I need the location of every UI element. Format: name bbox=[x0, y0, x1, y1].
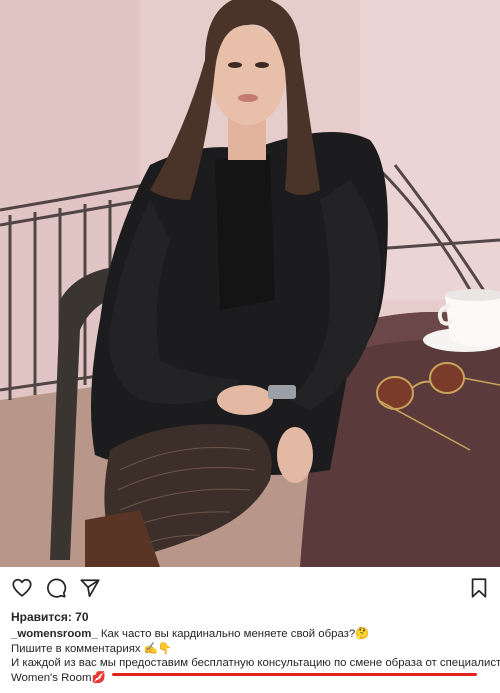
bookmark-icon[interactable] bbox=[468, 577, 490, 599]
post-photo[interactable] bbox=[0, 0, 500, 567]
likes-count[interactable]: Нравится: 70 bbox=[11, 610, 89, 624]
red-underline-annotation bbox=[112, 673, 477, 676]
post-actions-bar bbox=[0, 567, 500, 609]
comment-icon[interactable] bbox=[45, 577, 67, 599]
post-caption: _womensroom_ Как часто вы кардинально ме… bbox=[11, 627, 500, 685]
caption-line-2: Пишите в комментариях ✍️👇 bbox=[11, 642, 173, 655]
paper-plane-icon[interactable] bbox=[79, 577, 101, 599]
caption-line-1: _womensroom_ Как часто вы кардинально ме… bbox=[11, 627, 491, 642]
caption-line-3: И каждой из вас мы предоставим бесплатну… bbox=[11, 657, 500, 669]
username-link[interactable]: _womensroom_ bbox=[11, 628, 98, 640]
heart-icon[interactable] bbox=[11, 577, 33, 599]
photo-illustration bbox=[0, 0, 500, 567]
caption-text-1: Как часто вы кардинально меняете свой об… bbox=[100, 628, 370, 640]
